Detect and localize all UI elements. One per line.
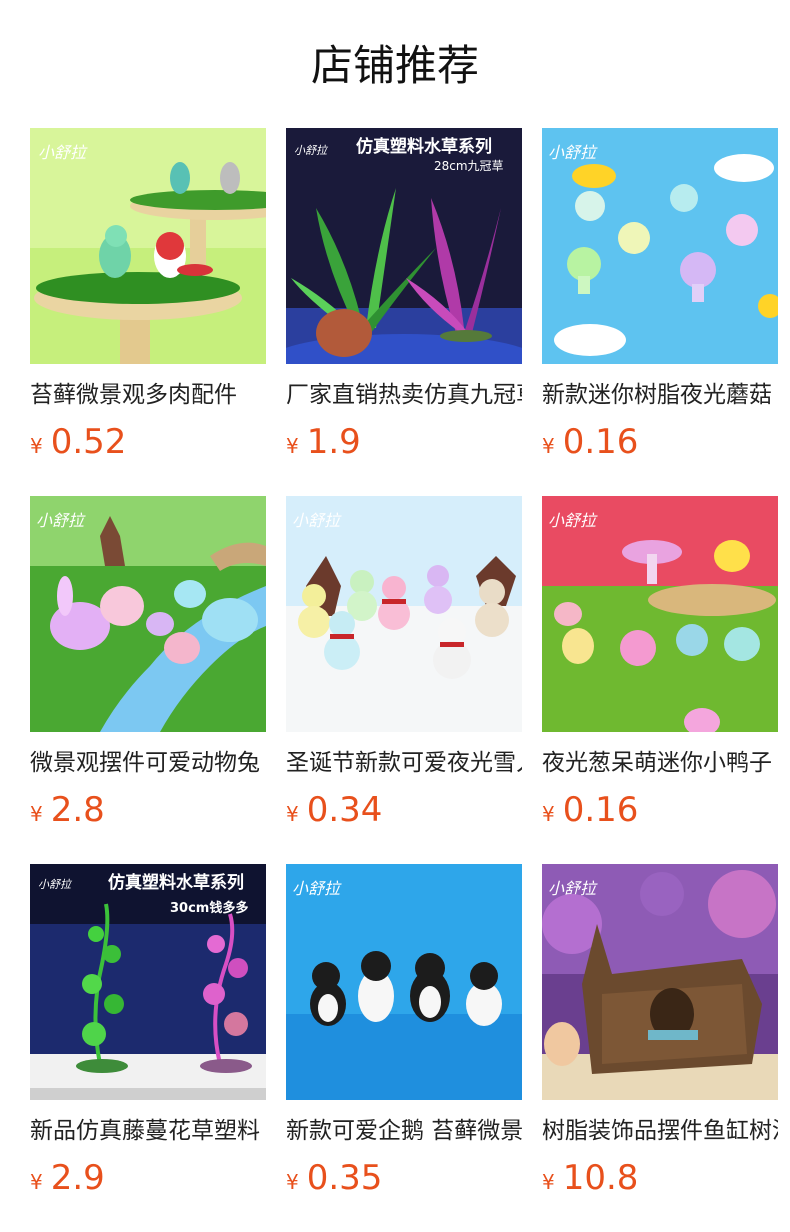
price-row: ¥2.8 xyxy=(30,790,266,830)
svg-text:小舒拉: 小舒拉 xyxy=(548,511,598,530)
product-name[interactable]: 树脂装饰品摆件鱼缸树洞 xyxy=(542,1114,778,1148)
section-title: 店铺推荐 xyxy=(310,41,479,90)
price-row: ¥2.9 xyxy=(30,1158,266,1198)
product-name[interactable]: 新款可爱企鹅 苔藓微景观 xyxy=(286,1114,522,1148)
price-row: ¥0.16 xyxy=(542,790,778,830)
snowman-figurine-image[interactable]: 小舒拉 xyxy=(286,496,522,732)
product-price: 1.9 xyxy=(306,422,361,462)
duck-figurine-image[interactable]: 小舒拉 xyxy=(542,496,778,732)
product-price: 0.16 xyxy=(562,790,639,830)
price-row: ¥0.16 xyxy=(542,422,778,462)
product-card[interactable]: 小舒拉 仿真塑料水草系列 28cm九冠草 厂家直销热卖仿真九冠草 ¥1.9 xyxy=(286,128,522,496)
currency-symbol: ¥ xyxy=(542,1170,555,1194)
tree-trunk-ornament-image[interactable]: 小舒拉 xyxy=(542,864,778,1100)
svg-text:小舒拉: 小舒拉 xyxy=(38,878,73,891)
price-row: ¥0.35 xyxy=(286,1158,522,1198)
product-name[interactable]: 新款迷你树脂夜光蘑菇 xyxy=(542,378,778,412)
product-price: 0.16 xyxy=(562,422,639,462)
product-card[interactable]: 小舒拉 圣诞节新款可爱夜光雪人 ¥0.34 xyxy=(286,496,522,864)
product-card[interactable]: 小舒拉 新款可爱企鹅 苔藓微景观 ¥0.35 xyxy=(286,864,522,1232)
rabbit-figurine-image[interactable]: 小舒拉 xyxy=(30,496,266,732)
overlay-subtitle: 28cm九冠草 xyxy=(434,159,504,173)
product-price: 2.9 xyxy=(50,1158,105,1198)
product-name[interactable]: 夜光葱呆萌迷你小鸭子 xyxy=(542,746,778,780)
product-price: 0.35 xyxy=(306,1158,383,1198)
product-name[interactable]: 厂家直销热卖仿真九冠草 xyxy=(286,378,522,412)
currency-symbol: ¥ xyxy=(286,802,299,826)
price-row: ¥0.52 xyxy=(30,422,266,462)
currency-symbol: ¥ xyxy=(542,434,555,458)
svg-text:小舒拉: 小舒拉 xyxy=(292,879,342,898)
currency-symbol: ¥ xyxy=(286,434,299,458)
currency-symbol: ¥ xyxy=(542,802,555,826)
product-price: 0.34 xyxy=(306,790,383,830)
product-card[interactable]: 小舒拉 新款迷你树脂夜光蘑菇 ¥0.16 xyxy=(542,128,778,496)
svg-text:小舒拉: 小舒拉 xyxy=(294,144,329,157)
product-price: 2.8 xyxy=(50,790,105,830)
overlay-title: 仿真塑料水草系列 xyxy=(108,872,244,893)
product-name[interactable]: 圣诞节新款可爱夜光雪人 xyxy=(286,746,522,780)
price-row: ¥1.9 xyxy=(286,422,522,462)
product-price: 10.8 xyxy=(562,1158,639,1198)
bird-figurine-image[interactable]: 小舒拉 xyxy=(30,128,266,364)
svg-text:小舒拉: 小舒拉 xyxy=(38,143,88,162)
product-card[interactable]: 小舒拉 微景观摆件可爱动物兔 ¥2.8 xyxy=(30,496,266,864)
product-grid: 小舒拉 苔藓微景观多肉配件 ¥0.52 小舒拉 仿真塑料水草系列 28cm九冠草… xyxy=(30,128,780,1232)
product-card[interactable]: 小舒拉 树脂装饰品摆件鱼缸树洞 ¥10.8 xyxy=(542,864,778,1232)
glow-mushroom-image[interactable]: 小舒拉 xyxy=(542,128,778,364)
currency-symbol: ¥ xyxy=(30,1170,43,1194)
product-name[interactable]: 微景观摆件可爱动物兔 xyxy=(30,746,266,780)
currency-symbol: ¥ xyxy=(30,434,43,458)
svg-text:小舒拉: 小舒拉 xyxy=(36,511,86,530)
price-row: ¥0.34 xyxy=(286,790,522,830)
currency-symbol: ¥ xyxy=(30,802,43,826)
product-name[interactable]: 新品仿真藤蔓花草塑料 xyxy=(30,1114,266,1148)
svg-text:小舒拉: 小舒拉 xyxy=(292,511,342,530)
overlay-title: 仿真塑料水草系列 xyxy=(356,136,492,157)
product-card[interactable]: 小舒拉 苔藓微景观多肉配件 ¥0.52 xyxy=(30,128,266,496)
overlay-subtitle: 30cm钱多多 xyxy=(170,900,248,916)
product-card[interactable]: 小舒拉 仿真塑料水草系列 30cm钱多多 新品仿真藤蔓花草塑料 ¥2.9 xyxy=(30,864,266,1232)
price-row: ¥10.8 xyxy=(542,1158,778,1198)
penguin-figurine-image[interactable]: 小舒拉 xyxy=(286,864,522,1100)
product-card[interactable]: 小舒拉 夜光葱呆萌迷你小鸭子 ¥0.16 xyxy=(542,496,778,864)
svg-text:小舒拉: 小舒拉 xyxy=(548,143,598,162)
product-name[interactable]: 苔藓微景观多肉配件 xyxy=(30,378,266,412)
product-price: 0.52 xyxy=(50,422,127,462)
aquarium-plant-image[interactable]: 小舒拉 仿真塑料水草系列 28cm九冠草 xyxy=(286,128,522,364)
currency-symbol: ¥ xyxy=(286,1170,299,1194)
vine-plant-image[interactable]: 小舒拉 仿真塑料水草系列 30cm钱多多 xyxy=(30,864,266,1100)
